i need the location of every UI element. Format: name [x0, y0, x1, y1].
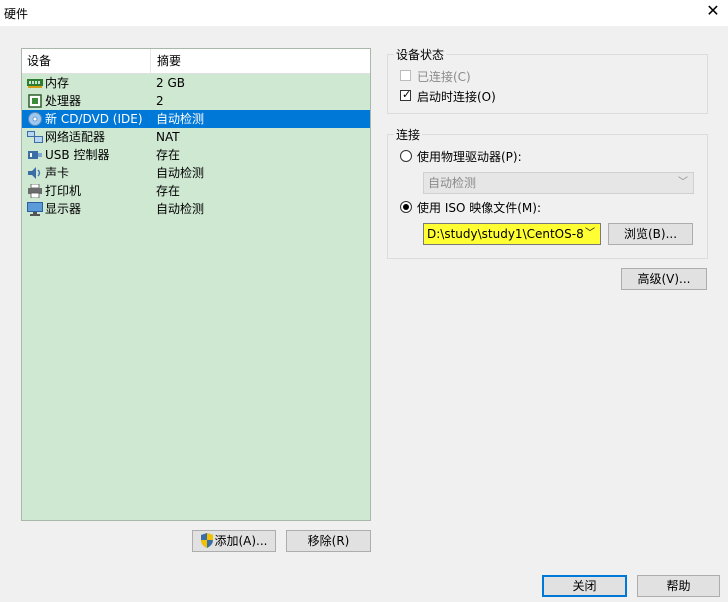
shield-icon	[201, 533, 214, 548]
device-status-label: 设备状态	[394, 46, 447, 63]
device-status-group: 设备状态 已连接(C) ✓ 启动时连接(O)	[387, 46, 708, 114]
help-button-label: 帮助	[666, 579, 691, 593]
cd-dvd-icon	[28, 112, 42, 126]
chevron-down-icon: ﹀	[678, 177, 688, 188]
connect-at-power-on-box: ✓	[400, 88, 412, 101]
physical-drive-select: 自动检测 ﹀	[423, 172, 694, 194]
connection-group: 连接 使用物理驱动器(P): 自动检测 ﹀ 使用 ISO 映像文件(M): D:…	[387, 126, 708, 259]
device-name: 打印机	[45, 184, 82, 198]
device-list[interactable]: 设备 摘要 内存 2 GB 处理器 2 新 CD/DVD (IDE) 自动检测	[21, 48, 371, 521]
physical-drive-radio-circle	[400, 150, 412, 162]
column-header-summary[interactable]: 摘要	[157, 49, 181, 73]
sound-card-icon	[28, 167, 41, 179]
list-item-cd-dvd[interactable]: 新 CD/DVD (IDE) 自动检测	[22, 110, 370, 128]
advanced-button[interactable]: 高级(V)...	[621, 268, 707, 290]
use-physical-drive-label: 使用物理驱动器(P):	[417, 150, 522, 164]
device-summary: 存在	[156, 148, 181, 162]
checkmark-icon: ✓	[402, 88, 412, 101]
iso-path-value: D:\study\study1\CentOS-8.	[427, 227, 588, 241]
device-name: 网络适配器	[45, 130, 106, 144]
close-button-label: 关闭	[572, 579, 597, 593]
close-button[interactable]: 关闭	[542, 575, 627, 597]
device-summary: 自动检测	[156, 112, 205, 126]
device-summary: 2 GB	[156, 76, 185, 90]
cpu-icon	[28, 94, 42, 108]
add-button[interactable]: 添加(A)...	[192, 530, 276, 552]
usb-icon	[28, 151, 42, 159]
browse-button[interactable]: 浏览(B)...	[608, 223, 693, 245]
connected-label: 已连接(C)	[417, 70, 471, 84]
device-summary: 自动检测	[156, 166, 205, 180]
network-adapter-icon	[27, 131, 43, 143]
column-divider[interactable]	[150, 49, 151, 73]
connect-at-power-on-label: 启动时连接(O)	[417, 90, 496, 104]
device-name: 内存	[45, 76, 70, 90]
memory-icon	[27, 79, 43, 88]
add-button-label: 添加(A)...	[214, 534, 268, 548]
remove-button[interactable]: 移除(R)	[286, 530, 371, 552]
remove-button-label: 移除(R)	[307, 534, 350, 548]
list-item-processor[interactable]: 处理器 2	[22, 92, 370, 110]
list-item-network-adapter[interactable]: 网络适配器 NAT	[22, 128, 370, 146]
title-bar: 硬件 ✕	[0, 0, 728, 26]
list-item-memory[interactable]: 内存 2 GB	[22, 74, 370, 92]
printer-icon	[28, 184, 42, 198]
device-name: 新 CD/DVD (IDE)	[45, 110, 143, 128]
device-summary: 自动检测	[156, 202, 205, 216]
window-title: 硬件	[4, 7, 29, 21]
list-item-sound-card[interactable]: 声卡 自动检测	[22, 164, 370, 182]
close-icon[interactable]: ✕	[704, 2, 722, 20]
list-header: 设备 摘要	[22, 49, 370, 74]
device-summary: 2	[156, 94, 164, 108]
device-summary: 存在	[156, 184, 181, 198]
connected-checkbox-box	[400, 70, 411, 81]
list-item-usb-controller[interactable]: USB 控制器 存在	[22, 146, 370, 164]
connection-label: 连接	[394, 126, 423, 143]
advanced-button-label: 高级(V)...	[637, 272, 691, 286]
display-icon	[27, 202, 43, 216]
device-name: 处理器	[45, 94, 82, 108]
use-iso-file-label: 使用 ISO 映像文件(M):	[417, 201, 541, 215]
device-name: 声卡	[45, 166, 70, 180]
radio-dot-icon	[403, 204, 409, 210]
list-item-printer[interactable]: 打印机 存在	[22, 182, 370, 200]
help-button[interactable]: 帮助	[637, 575, 720, 597]
device-name: 显示器	[45, 202, 82, 216]
iso-radio-circle	[400, 201, 412, 213]
physical-drive-value: 自动检测	[428, 176, 477, 190]
iso-path-combobox[interactable]: D:\study\study1\CentOS-8. ﹀	[423, 223, 601, 245]
device-name: USB 控制器	[45, 148, 110, 162]
list-item-display[interactable]: 显示器 自动检测	[22, 200, 370, 218]
column-header-device[interactable]: 设备	[27, 49, 51, 73]
browse-button-label: 浏览(B)...	[623, 227, 678, 241]
chevron-down-icon[interactable]: ﹀	[583, 224, 595, 244]
device-summary: NAT	[156, 130, 180, 144]
